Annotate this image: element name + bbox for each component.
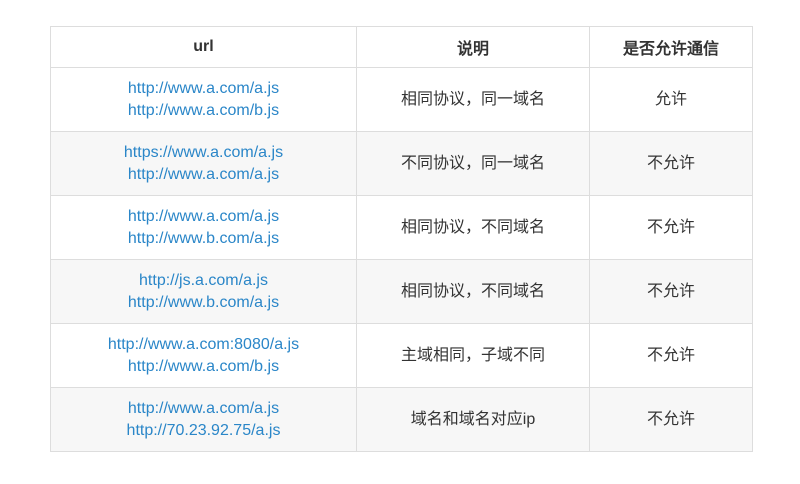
header-url: url xyxy=(50,26,357,68)
header-row: url 说明 是否允许通信 xyxy=(50,26,753,68)
allowed-cell: 不允许 xyxy=(589,259,753,324)
url-link[interactable]: http://www.a.com/a.js xyxy=(51,206,356,228)
header-description: 说明 xyxy=(356,26,590,68)
table-row: http://www.a.com/a.js http://70.23.92.75… xyxy=(50,387,753,452)
same-origin-table: url 说明 是否允许通信 http://www.a.com/a.js http… xyxy=(50,26,753,452)
url-link[interactable]: http://www.a.com/a.js xyxy=(51,398,356,420)
description-cell: 不同协议，同一域名 xyxy=(356,131,590,196)
url-link[interactable]: http://www.a.com/a.js xyxy=(51,164,356,186)
url-cell: http://www.a.com/a.js http://www.a.com/b… xyxy=(50,67,357,132)
table-row: http://js.a.com/a.js http://www.b.com/a.… xyxy=(50,259,753,324)
url-cell: https://www.a.com/a.js http://www.a.com/… xyxy=(50,131,357,196)
url-cell: http://www.a.com/a.js http://70.23.92.75… xyxy=(50,387,357,452)
allowed-cell: 不允许 xyxy=(589,387,753,452)
description-cell: 主域相同，子域不同 xyxy=(356,323,590,388)
table-row: http://www.a.com/a.js http://www.b.com/a… xyxy=(50,195,753,260)
url-cell: http://www.a.com/a.js http://www.b.com/a… xyxy=(50,195,357,260)
url-cell: http://js.a.com/a.js http://www.b.com/a.… xyxy=(50,259,357,324)
url-link[interactable]: http://www.a.com/b.js xyxy=(51,100,356,122)
table-row: http://www.a.com:8080/a.js http://www.a.… xyxy=(50,323,753,388)
url-link[interactable]: http://www.a.com/b.js xyxy=(51,356,356,378)
url-link[interactable]: http://js.a.com/a.js xyxy=(51,270,356,292)
url-link[interactable]: http://www.b.com/a.js xyxy=(51,228,356,250)
url-link[interactable]: http://www.a.com/a.js xyxy=(51,78,356,100)
header-allowed: 是否允许通信 xyxy=(589,26,753,68)
allowed-cell: 允许 xyxy=(589,67,753,132)
url-link[interactable]: http://www.a.com:8080/a.js xyxy=(51,334,356,356)
table-body: http://www.a.com/a.js http://www.a.com/b… xyxy=(50,67,753,452)
description-cell: 相同协议，同一域名 xyxy=(356,67,590,132)
allowed-cell: 不允许 xyxy=(589,323,753,388)
url-cell: http://www.a.com:8080/a.js http://www.a.… xyxy=(50,323,357,388)
description-cell: 相同协议，不同域名 xyxy=(356,195,590,260)
table-row: http://www.a.com/a.js http://www.a.com/b… xyxy=(50,67,753,132)
allowed-cell: 不允许 xyxy=(589,195,753,260)
description-cell: 相同协议，不同域名 xyxy=(356,259,590,324)
url-link[interactable]: http://www.b.com/a.js xyxy=(51,292,356,314)
table-row: https://www.a.com/a.js http://www.a.com/… xyxy=(50,131,753,196)
url-link[interactable]: https://www.a.com/a.js xyxy=(51,142,356,164)
url-link[interactable]: http://70.23.92.75/a.js xyxy=(51,420,356,442)
description-cell: 域名和域名对应ip xyxy=(356,387,590,452)
table-header: url 说明 是否允许通信 xyxy=(50,26,753,68)
allowed-cell: 不允许 xyxy=(589,131,753,196)
